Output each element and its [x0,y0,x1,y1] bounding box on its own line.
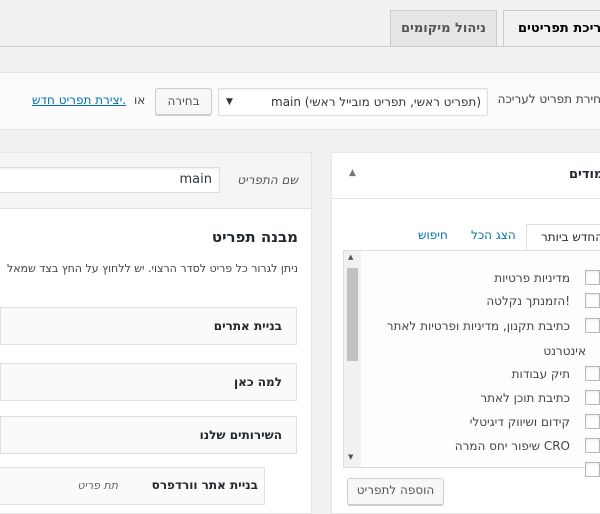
page-checkbox[interactable] [585,366,600,381]
tab-edit-menus-label: עריכת תפריטים [518,21,600,36]
subtab-most-recent-label: החדש ביותר [541,230,600,244]
select-menu-label: בחירת תפריט לעריכה: [497,92,600,106]
subtab-search[interactable]: חיפוש [418,228,448,242]
page-item-label: הזמנתך נקלטה! [486,294,570,308]
tab-manage-locations-label: ניהול מיקומים [400,21,487,36]
page-item-label: שיפור יחס המרה CRO [454,439,570,453]
create-menu-link[interactable]: יצירת תפריט חדש. [32,93,126,107]
menu-structure-hint: ניתן לגרור כל פריט לסדר הרצוי. יש ללחוץ … [6,262,298,275]
scroll-up-icon[interactable]: ▲ [348,253,353,261]
menu-subitem-bar[interactable]: בניית אתר וורדפרס תת פריט [0,467,265,505]
menu-select-value: main (תפריט ראשי, תפריט מובייל ראשי) [271,95,481,109]
page-checkbox[interactable] [585,438,600,453]
page-checkbox[interactable] [585,270,600,285]
menu-name-label: שם התפריט [237,173,298,187]
pages-panel-title: עמודים [568,167,600,182]
menu-item-title: השירותים שלנו [199,428,282,442]
page-checkbox[interactable] [585,414,600,429]
subtab-most-recent[interactable]: החדש ביותר [526,224,600,251]
page-item-label: תיק עבודות [511,367,570,381]
menu-name-value: main [179,172,212,187]
pages-panel-header[interactable]: ▲ עמודים [332,153,600,199]
menu-item-title: למה כאן [233,375,282,389]
scroll-down-icon[interactable]: ▼ [348,453,353,461]
page-item-label: כתיבת תוכן לאתר [480,391,570,405]
menu-item-bar[interactable]: השירותים שלנו [0,416,297,454]
menu-item-title: בניית אתרים [213,319,282,333]
collapse-arrow-icon[interactable]: ▲ [349,168,356,178]
chevron-down-icon: ▼ [226,97,233,107]
or-text: או [134,93,146,107]
menu-subitem-tag: תת פריט [77,479,118,492]
page-checkbox[interactable] [585,318,600,333]
page-item-label: אינטרנט [543,344,586,358]
page-item-label: קידום ושיווק דיגיטלי [469,415,570,429]
manage-menus-bar: בחירת תפריט לעריכה: main (תפריט ראשי, תפ… [0,72,600,130]
add-to-menu-button[interactable]: הוספה לתפריט [347,478,444,505]
tab-manage-locations[interactable]: ניהול מיקומים [390,10,497,46]
menu-name-input[interactable]: main [0,167,220,193]
page-checkbox[interactable] [585,390,600,405]
menu-item-bar[interactable]: למה כאן [0,363,297,401]
subtab-view-all[interactable]: הצג הכל [471,228,516,242]
select-menu-button[interactable]: בחירה [155,88,212,115]
menu-select[interactable]: main (תפריט ראשי, תפריט מובייל ראשי) ▼ [218,88,488,116]
scrollbar[interactable]: ▲ ▼ [344,251,361,467]
scrollbar-thumb[interactable] [347,268,358,361]
menu-structure-title: מבנה תפריט [211,228,298,246]
page-checkbox[interactable] [585,293,600,308]
page-item-label: מדיניות פרטיות [494,271,570,285]
page-checkbox[interactable] [585,462,600,477]
tab-edit-menus[interactable]: עריכת תפריטים [503,10,600,46]
select-menu-button-label: בחירה [167,94,200,108]
tabs-divider [0,46,600,47]
page-item-label: כתיבת תקנון, מדיניות ופרטיות לאתר [386,319,570,333]
menu-item-bar[interactable]: בניית אתרים [0,307,297,345]
add-to-menu-button-label: הוספה לתפריט [356,483,435,497]
